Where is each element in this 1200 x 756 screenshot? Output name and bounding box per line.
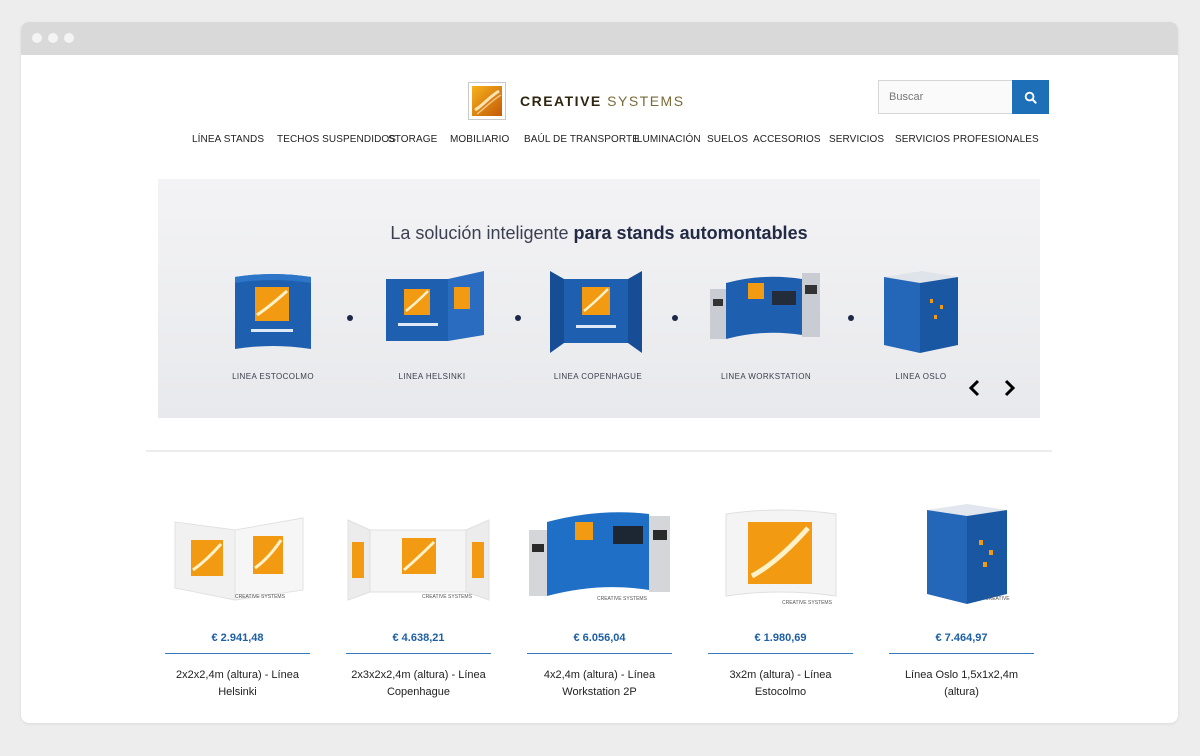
nav-item-servicios-profesionales[interactable]: SERVICIOS PROFESIONALES xyxy=(895,134,1039,145)
product-name[interactable]: 4x2,4m (altura) - Línea Workstation 2P xyxy=(527,667,672,701)
slider-title-light: La solución inteligente xyxy=(390,223,574,243)
slider-separator-dot xyxy=(672,315,678,321)
window-minimize-dot[interactable] xyxy=(48,33,58,43)
product-name[interactable]: 3x2m (altura) - Línea Estocolmo xyxy=(708,667,853,701)
product-card-estocolmo[interactable]: CREATIVE SYSTEMS € 1.980,69 3x2m (altura… xyxy=(708,500,853,701)
chevron-left-icon xyxy=(968,379,980,397)
slider-title: La solución inteligente para stands auto… xyxy=(158,223,1040,244)
section-divider xyxy=(146,450,1052,452)
svg-text:CREATIVE: CREATIVE xyxy=(985,596,1010,602)
nav-item-linea-stands[interactable]: LÍNEA STANDS xyxy=(192,134,264,145)
slider-product-estocolmo-image xyxy=(235,274,311,349)
product-name[interactable]: Línea Oslo 1,5x1x2,4m (altura) xyxy=(889,667,1034,701)
slider-product-workstation-image xyxy=(710,273,820,339)
product-image-workstation: CREATIVE SYSTEMS xyxy=(529,512,670,602)
search-icon xyxy=(1024,91,1037,104)
nav-item-servicios[interactable]: SERVICIOS xyxy=(829,134,884,145)
nav-item-baul-de-transporte[interactable]: BAÚL DE TRANSPORTE xyxy=(524,134,639,145)
site-logo[interactable]: CREATIVE SYSTEMS xyxy=(468,81,685,121)
nav-item-techos-suspendidos[interactable]: TECHOS SUSPENDIDOS xyxy=(277,134,396,145)
chevron-right-icon xyxy=(1004,379,1016,397)
product-name[interactable]: 2x3x2x2,4m (altura) - Línea Copenhague xyxy=(346,667,491,701)
product-price: € 2.941,48 xyxy=(165,632,310,654)
slider-separator-dot xyxy=(848,315,854,321)
slider-caption-copenhague: LINEA COPENHAGUE xyxy=(553,372,643,381)
logo-word-light: SYSTEMS xyxy=(607,93,685,109)
product-name[interactable]: 2x2x2,4m (altura) - Línea Helsinki xyxy=(165,667,310,701)
product-price: € 4.638,21 xyxy=(346,632,491,654)
nav-item-suelos[interactable]: SUELOS xyxy=(707,134,748,145)
slider-product-copenhague-image xyxy=(550,271,642,353)
logo-wordmark: CREATIVE SYSTEMS xyxy=(520,93,685,109)
slider-separator-dot xyxy=(347,315,353,321)
slider-title-bold: para stands automontables xyxy=(573,223,808,243)
main-nav: LÍNEA STANDS TECHOS SUSPENDIDOS STORAGE … xyxy=(21,134,1178,148)
product-image-oslo: CREATIVE xyxy=(927,504,1010,604)
nav-item-storage[interactable]: STORAGE xyxy=(388,134,437,145)
logo-word-bold: CREATIVE xyxy=(520,93,602,109)
nav-item-mobiliario[interactable]: MOBILIARIO xyxy=(450,134,509,145)
slider-caption-helsinki: LINEA HELSINKI xyxy=(398,372,466,381)
product-price: € 6.056,04 xyxy=(527,632,672,654)
product-card-copenhague[interactable]: CREATIVE SYSTEMS € 4.638,21 2x3x2x2,4m (… xyxy=(346,500,491,701)
search-button[interactable] xyxy=(1012,80,1049,114)
slider-caption-workstation: LINEA WORKSTATION xyxy=(720,372,812,381)
product-image-estocolmo: CREATIVE SYSTEMS xyxy=(725,509,837,606)
browser-titlebar xyxy=(21,22,1178,55)
nav-item-accesorios[interactable]: ACCESORIOS xyxy=(753,134,821,145)
slider-next-button[interactable] xyxy=(999,377,1021,399)
svg-text:CREATIVE SYSTEMS: CREATIVE SYSTEMS xyxy=(782,600,833,606)
product-price: € 1.980,69 xyxy=(708,632,853,654)
search-input[interactable] xyxy=(878,80,1012,114)
product-card-workstation[interactable]: CREATIVE SYSTEMS € 6.056,04 4x2,4m (altu… xyxy=(527,500,672,701)
slider-product-oslo-image xyxy=(884,271,958,353)
browser-window: CREATIVE SYSTEMS LÍNEA STANDS TECHOS SUS… xyxy=(21,22,1178,723)
product-card-oslo[interactable]: CREATIVE € 7.464,97 Línea Oslo 1,5x1x2,4… xyxy=(889,500,1034,701)
slider-product-helsinki-image xyxy=(386,271,484,341)
search-bar xyxy=(878,80,1049,114)
slider-prev-button[interactable] xyxy=(963,377,985,399)
hero-slider[interactable]: La solución inteligente para stands auto… xyxy=(158,179,1040,418)
product-image-helsinki: CREATIVE SYSTEMS xyxy=(174,517,304,601)
slider-separator-dot xyxy=(515,315,521,321)
logo-mark-icon xyxy=(468,82,506,120)
nav-item-iluminacion[interactable]: ILUMINACIÓN xyxy=(634,134,701,145)
product-image-copenhague: CREATIVE SYSTEMS xyxy=(347,519,490,601)
svg-text:CREATIVE SYSTEMS: CREATIVE SYSTEMS xyxy=(422,594,473,600)
product-price: € 7.464,97 xyxy=(889,632,1034,654)
svg-text:CREATIVE SYSTEMS: CREATIVE SYSTEMS xyxy=(235,594,286,600)
window-close-dot[interactable] xyxy=(32,33,42,43)
product-card-helsinki[interactable]: CREATIVE SYSTEMS € 2.941,48 2x2x2,4m (al… xyxy=(165,500,310,701)
svg-text:CREATIVE SYSTEMS: CREATIVE SYSTEMS xyxy=(597,596,648,602)
slider-caption-estocolmo: LINEA ESTOCOLMO xyxy=(232,372,314,381)
window-maximize-dot[interactable] xyxy=(64,33,74,43)
